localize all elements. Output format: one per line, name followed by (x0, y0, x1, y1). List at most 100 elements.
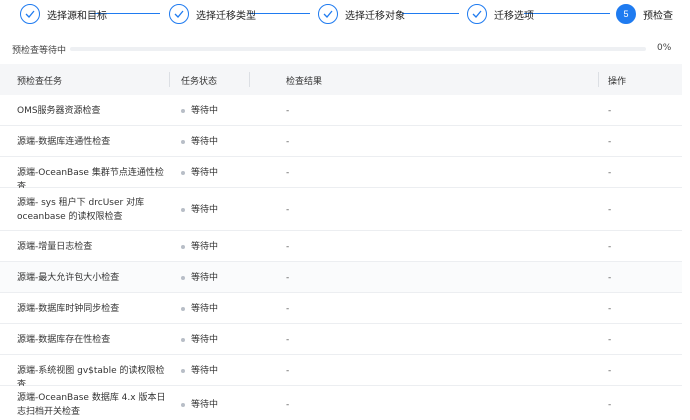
table-row: 源端-系统视图 gv$table 的读权限检查 等待中 - - (0, 355, 682, 390)
action-cell: - (608, 365, 612, 376)
table-body: OMS服务器资源检查 等待中 - - 源端-数据库连通性检查 等待中 - - 源端-OceanB… (0, 95, 682, 420)
action-cell: - (608, 334, 612, 345)
status-cell: 等待中 (181, 271, 218, 285)
table-row: 源端-数据库存在性检查 等待中 - - (0, 324, 682, 355)
step-connector (402, 13, 459, 14)
status-dot-icon (181, 207, 185, 212)
action-cell: - (608, 204, 612, 215)
check-icon (318, 4, 338, 24)
step-label: 迁移选项 (494, 10, 534, 22)
step-label: 预检查 (643, 10, 673, 22)
status-text: 等待中 (191, 334, 219, 345)
task-name: 源端-最大允许包大小检查 (17, 272, 120, 283)
task-name: OMS服务器资源检查 (17, 105, 101, 116)
task-name: 源端-数据库连通性检查 (17, 136, 111, 147)
step-connector (524, 13, 610, 14)
status-cell: 等待中 (181, 166, 218, 180)
status-cell: 等待中 (181, 398, 218, 412)
status-dot-icon (181, 170, 185, 175)
step-label: 选择迁移类型 (196, 10, 256, 22)
step-5[interactable]: 5 预检查 (616, 3, 673, 25)
progress-percent: 0% (657, 43, 672, 53)
result-cell: - (286, 334, 290, 345)
precheck-table: 预检查任务 任务状态 检查结果 操作 OMS服务器资源检查 等待中 - - 源端-数据库… (0, 64, 682, 420)
action-cell: - (608, 399, 612, 410)
step-2[interactable]: 选择迁移类型 (169, 3, 256, 25)
task-name: 源端-数据库时钟同步检查 (17, 303, 120, 314)
progress-bar (70, 47, 646, 51)
table-row: 源端-OceanBase 集群节点连通性检查 等待中 - - (0, 157, 682, 192)
steps-bar: 选择源和目标 选择迁移类型 选择迁移对象 迁移选项 5 预检查 (0, 0, 690, 28)
status-text: 等待中 (191, 105, 219, 116)
status-cell: 等待中 (181, 333, 218, 347)
column-separator (249, 72, 250, 87)
step-number-badge: 5 (616, 4, 636, 24)
header-action: 操作 (608, 77, 627, 87)
table-row: 源端-OceanBase 数据库 4.x 版本日志扫档开关检查 等待中 - - (0, 386, 682, 420)
status-text: 等待中 (191, 241, 219, 252)
status-text: 等待中 (191, 136, 219, 147)
action-cell: - (608, 303, 612, 314)
table-row: 源端-增量日志检查 等待中 - - (0, 231, 682, 262)
status-cell: 等待中 (181, 302, 218, 316)
result-cell: - (286, 241, 290, 252)
status-dot-icon (181, 337, 185, 342)
table-row: 源端- sys 租户下 drcUser 对库 oceanbase 的读权限检查 等… (0, 188, 682, 231)
task-name: 源端-增量日志检查 (17, 241, 93, 252)
status-text: 等待中 (191, 204, 219, 215)
result-cell: - (286, 272, 290, 283)
table-header: 预检查任务 任务状态 检查结果 操作 (0, 64, 682, 95)
action-cell: - (608, 272, 612, 283)
step-connector (249, 13, 310, 14)
status-dot-icon (181, 275, 185, 280)
status-cell: 等待中 (181, 240, 218, 254)
column-separator (598, 72, 599, 87)
status-text: 等待中 (191, 272, 219, 283)
step-number: 5 (623, 9, 629, 19)
status-cell: 等待中 (181, 135, 218, 149)
table-row: 源端-最大允许包大小检查 等待中 - - (0, 262, 682, 293)
step-label: 选择源和目标 (47, 10, 107, 22)
status-dot-icon (181, 108, 185, 113)
result-cell: - (286, 136, 290, 147)
task-name: 源端- sys 租户下 drcUser 对库 oceanbase 的读权限检查 (17, 197, 145, 222)
step-label: 选择迁移对象 (345, 10, 405, 22)
result-cell: - (286, 204, 290, 215)
table-row: 源端-数据库时钟同步检查 等待中 - - (0, 293, 682, 324)
status-dot-icon (181, 244, 185, 249)
status-dot-icon (181, 306, 185, 311)
step-3[interactable]: 选择迁移对象 (318, 3, 405, 25)
result-cell: - (286, 167, 290, 178)
status-cell: 等待中 (181, 104, 218, 118)
status-text: 等待中 (191, 167, 219, 178)
action-cell: - (608, 136, 612, 147)
status-text: 等待中 (191, 303, 219, 314)
header-result: 检查结果 (286, 77, 323, 87)
table-row: OMS服务器资源检查 等待中 - - (0, 95, 682, 126)
action-cell: - (608, 241, 612, 252)
result-cell: - (286, 303, 290, 314)
step-1[interactable]: 选择源和目标 (20, 3, 107, 25)
header-status: 任务状态 (181, 77, 218, 87)
step-4[interactable]: 迁移选项 (467, 3, 534, 25)
task-name: 源端-数据库存在性检查 (17, 334, 111, 345)
status-cell: 等待中 (181, 203, 218, 217)
table-row: 源端-数据库连通性检查 等待中 - - (0, 126, 682, 157)
progress-label: 预检查等待中 (12, 46, 67, 56)
header-task: 预检查任务 (17, 77, 63, 87)
result-cell: - (286, 399, 290, 410)
result-cell: - (286, 105, 290, 116)
task-name: 源端-OceanBase 数据库 4.x 版本日志扫档开关检查 (17, 392, 166, 417)
status-dot-icon (181, 368, 185, 373)
result-cell: - (286, 365, 290, 376)
check-icon (20, 4, 40, 24)
status-cell: 等待中 (181, 364, 218, 378)
check-icon (169, 4, 189, 24)
status-dot-icon (181, 139, 185, 144)
action-cell: - (608, 105, 612, 116)
status-text: 等待中 (191, 365, 219, 376)
column-separator (169, 72, 170, 87)
action-cell: - (608, 167, 612, 178)
check-icon (467, 4, 487, 24)
status-text: 等待中 (191, 399, 219, 410)
